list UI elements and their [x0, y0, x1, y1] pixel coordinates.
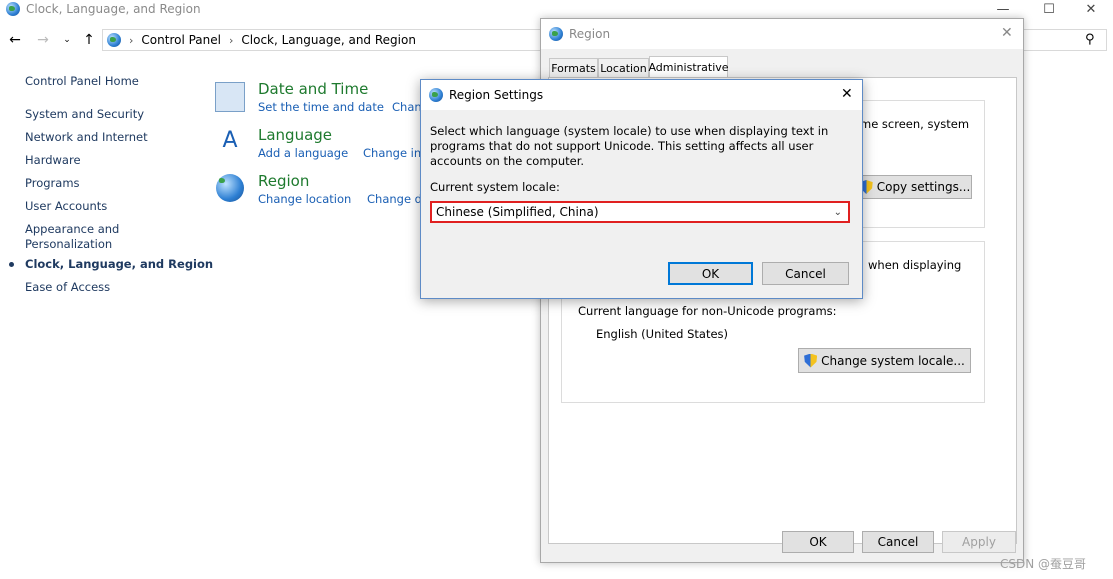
- sidebar-item-hardware[interactable]: Hardware: [25, 153, 81, 167]
- system-locale-value: Chinese (Simplified, China): [436, 205, 599, 219]
- locale-label: Current system locale:: [430, 180, 560, 194]
- close-button[interactable]: ✕: [1068, 0, 1113, 18]
- link-add-language[interactable]: Add a language: [258, 146, 348, 160]
- region-cancel-button[interactable]: Cancel: [862, 531, 934, 553]
- sidebar-item-ease-of-access[interactable]: Ease of Access: [25, 280, 110, 294]
- breadcrumb-current[interactable]: Clock, Language, and Region: [241, 33, 416, 47]
- copy-settings-label: Copy settings...: [876, 180, 971, 194]
- region-apply-button[interactable]: Apply: [942, 531, 1016, 553]
- window-title-bar: Clock, Language, and Region: [6, 1, 201, 17]
- maximize-button[interactable]: ☐: [1026, 0, 1072, 18]
- sidebar-item-clock-region[interactable]: Clock, Language, and Region: [25, 257, 213, 271]
- dialog-title: Region Settings: [449, 88, 544, 102]
- dialog-title-bar: Region Settings: [421, 80, 862, 110]
- recent-dropdown-icon[interactable]: ⌄: [58, 32, 76, 48]
- link-change-location[interactable]: Change location: [258, 192, 351, 206]
- current-item-bullet: [9, 262, 14, 267]
- uac-shield-icon: [804, 353, 818, 368]
- link-change-time-zone[interactable]: Chan: [392, 100, 422, 114]
- tab-administrative[interactable]: Administrative: [648, 56, 729, 78]
- minimize-button[interactable]: —: [980, 0, 1026, 18]
- back-arrow-icon[interactable]: ←: [6, 32, 24, 48]
- tab-formats[interactable]: Formats: [549, 58, 598, 78]
- link-set-time-date[interactable]: Set the time and date: [258, 100, 384, 114]
- chevron-right-icon: ›: [228, 33, 234, 47]
- region-ok-button[interactable]: OK: [782, 531, 854, 553]
- change-system-locale-button[interactable]: Change system locale...: [798, 348, 971, 373]
- breadcrumb-control-panel[interactable]: Control Panel: [141, 33, 221, 47]
- non-unicode-text-fragment: when displaying: [868, 258, 962, 272]
- watermark: CSDN @蚕豆哥: [1000, 557, 1087, 571]
- region-title: Region: [569, 27, 611, 41]
- control-panel-icon: [6, 2, 20, 16]
- up-arrow-icon[interactable]: ↑: [80, 32, 98, 48]
- chevron-right-icon: ›: [129, 33, 134, 47]
- sidebar-item-user-accounts[interactable]: User Accounts: [25, 199, 107, 213]
- current-language-value: English (United States): [596, 327, 729, 341]
- sidebar-item-programs[interactable]: Programs: [25, 176, 80, 190]
- link-change-input[interactable]: Change inp: [363, 146, 428, 160]
- welcome-text-fragment: me screen, system: [860, 117, 970, 131]
- sidebar-home[interactable]: Control Panel Home: [25, 74, 139, 88]
- search-icon[interactable]: ⚲: [1085, 32, 1095, 47]
- tab-location[interactable]: Location: [598, 58, 649, 78]
- forward-arrow-icon[interactable]: →: [34, 32, 52, 48]
- address-icon: [107, 33, 121, 47]
- region-title-bar: Region: [541, 19, 1023, 49]
- system-locale-select[interactable]: Chinese (Simplified, China) ⌄: [430, 201, 850, 223]
- category-region[interactable]: Region: [258, 172, 309, 190]
- dialog-ok-button[interactable]: OK: [668, 262, 753, 285]
- dialog-close-icon[interactable]: ✕: [841, 86, 853, 102]
- region-icon: [549, 27, 563, 41]
- dialog-cancel-button[interactable]: Cancel: [762, 262, 849, 285]
- category-date-time[interactable]: Date and Time: [258, 80, 368, 98]
- window-title: Clock, Language, and Region: [26, 2, 201, 16]
- language-icon: A: [222, 128, 238, 153]
- category-language[interactable]: Language: [258, 126, 332, 144]
- sidebar-item-system-security[interactable]: System and Security: [25, 107, 144, 121]
- sidebar-item-network[interactable]: Network and Internet: [25, 130, 148, 144]
- change-system-locale-label: Change system locale...: [821, 353, 965, 368]
- chevron-down-icon: ⌄: [833, 206, 842, 218]
- sidebar-item-appearance[interactable]: Appearance and Personalization: [25, 222, 125, 252]
- region-close-icon[interactable]: ✕: [1001, 25, 1013, 41]
- dialog-globe-icon: [429, 88, 443, 102]
- copy-settings-button[interactable]: Copy settings...: [858, 175, 972, 199]
- calendar-clock-icon: [215, 82, 245, 112]
- dialog-description: Select which language (system locale) to…: [430, 124, 829, 168]
- region-settings-dialog: Region Settings ✕ Select which language …: [420, 79, 863, 299]
- region-globe-icon: [216, 174, 244, 202]
- current-language-label: Current language for non-Unicode program…: [578, 304, 837, 318]
